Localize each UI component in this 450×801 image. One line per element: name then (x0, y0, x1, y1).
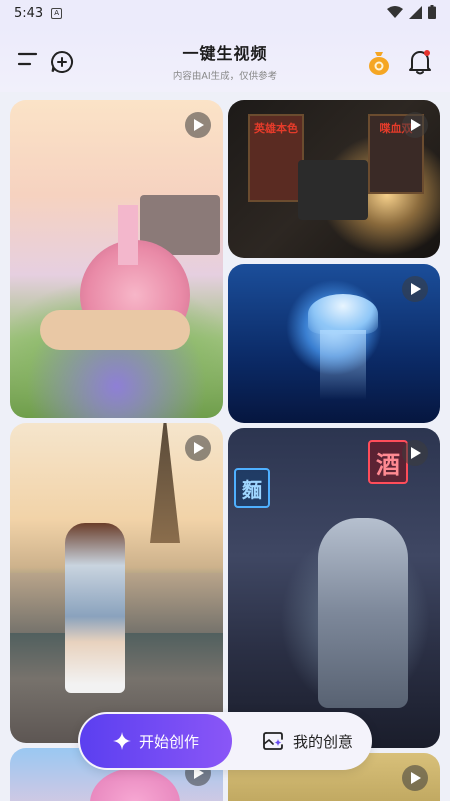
video-feed[interactable]: 英雄本色 喋血双 酒 麵 (0, 92, 450, 801)
neon-sign-left: 麵 (234, 468, 270, 508)
my-creations-button[interactable]: 我的创意 (246, 714, 370, 768)
neon-sign-left-text: 麵 (242, 477, 262, 502)
coin-button[interactable] (367, 50, 391, 76)
start-creating-label: 开始创作 (138, 732, 199, 751)
neon-sign-top: 酒 (368, 440, 408, 484)
bottom-action-bar: 开始创作 我的创意 (78, 712, 372, 770)
start-creating-button[interactable]: 开始创作 (80, 714, 232, 768)
sparkle-icon (112, 732, 131, 750)
play-button[interactable] (402, 112, 428, 138)
play-icon (194, 442, 204, 454)
video-card-snail-castle[interactable] (10, 100, 223, 418)
video-card-eiffel-girl[interactable] (10, 423, 223, 743)
signal-icon (409, 5, 422, 19)
bell-icon (409, 50, 431, 75)
neon-sign-top-text: 酒 (376, 450, 400, 479)
sim-icon: A (51, 7, 63, 19)
girl-figure-image (65, 523, 125, 693)
coin-bag-icon (369, 52, 389, 75)
play-icon (411, 772, 421, 784)
status-bar: 5:43 A (0, 0, 450, 26)
jellyfish-tentacles-image (320, 330, 366, 400)
play-icon (194, 119, 204, 131)
play-button[interactable] (402, 765, 428, 791)
video-card-robot-alley[interactable]: 酒 麵 (228, 428, 440, 748)
video-card-projector[interactable]: 英雄本色 喋血双 (228, 100, 440, 258)
battery-icon (428, 5, 436, 19)
eiffel-tower-image (150, 423, 180, 543)
castle-tower-image (118, 205, 138, 265)
play-icon (411, 283, 421, 295)
play-button[interactable] (185, 112, 211, 138)
play-button[interactable] (185, 435, 211, 461)
play-button[interactable] (402, 440, 428, 466)
robot-figure-image (318, 518, 408, 708)
status-time: 5:43 (14, 5, 44, 21)
poster-title-left: 英雄本色 (254, 122, 298, 135)
notification-dot (424, 50, 430, 56)
app-header: 一键生视频 内容由AI生成，仅供参考 (0, 26, 450, 92)
video-card-jellyfish[interactable] (228, 264, 440, 423)
play-icon (411, 119, 421, 131)
anime-hair-image (90, 768, 180, 801)
movie-poster-left: 英雄本色 (248, 114, 304, 202)
projector-image (298, 160, 368, 220)
notifications-button[interactable] (407, 48, 433, 76)
my-creations-label: 我的创意 (292, 732, 353, 751)
gallery-sparkle-icon (263, 732, 283, 750)
jellyfish-bell-image (308, 294, 378, 334)
snail-body-image (40, 310, 190, 350)
wifi-icon (387, 5, 403, 18)
play-icon (411, 447, 421, 459)
play-button[interactable] (402, 276, 428, 302)
